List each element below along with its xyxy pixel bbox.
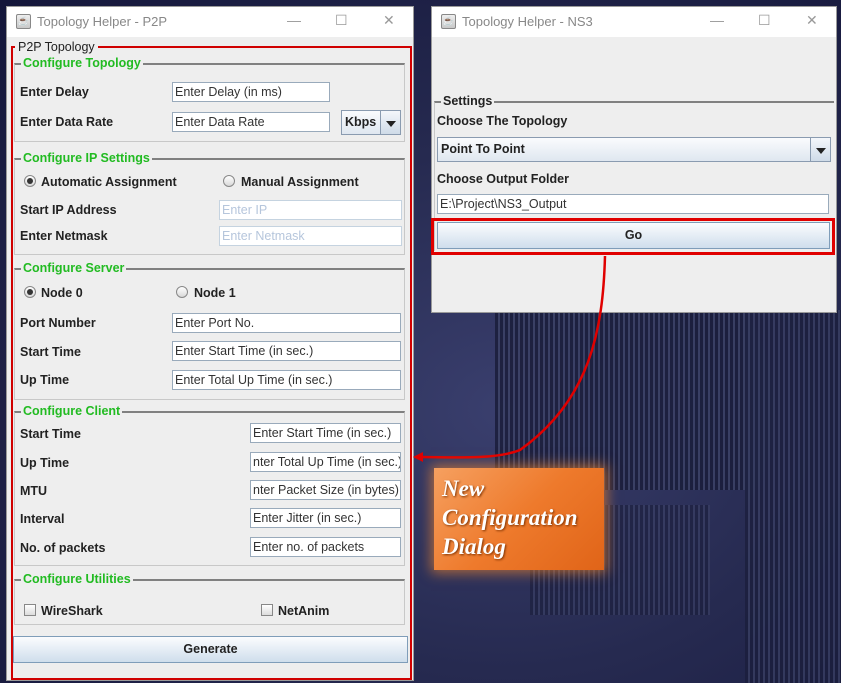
callout-arrow xyxy=(413,255,607,462)
callout-line: Configuration xyxy=(442,505,578,530)
callout-line: New xyxy=(442,476,485,501)
arrow-head xyxy=(413,452,423,462)
arrow-curve xyxy=(419,255,607,459)
callout-line: Dialog xyxy=(442,534,506,559)
callout-box: New Configuration Dialog xyxy=(434,468,604,570)
